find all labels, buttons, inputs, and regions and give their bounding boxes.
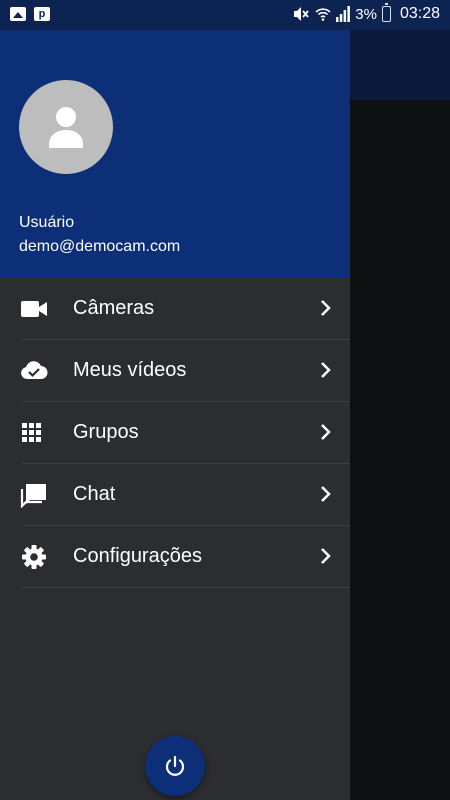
menu-item-settings[interactable]: Configurações	[0, 526, 350, 588]
chevron-right-icon	[321, 300, 331, 316]
chevron-right-icon	[321, 362, 331, 378]
divider	[22, 587, 350, 588]
drawer-menu: Câmeras Meus vídeos Grupos Chat Configur…	[0, 278, 350, 588]
chevron-right-icon	[321, 486, 331, 502]
chevron-right-icon	[321, 424, 331, 440]
clock: 03:28	[399, 5, 440, 22]
wifi-icon	[315, 8, 331, 21]
menu-item-cameras[interactable]: Câmeras	[0, 278, 350, 340]
battery-icon	[381, 3, 391, 22]
person-icon	[49, 107, 83, 148]
background-app-bar	[350, 30, 450, 100]
avatar[interactable]	[19, 80, 113, 174]
videocam-icon	[21, 301, 47, 317]
status-bar: p 3% 03:28	[0, 0, 450, 30]
gear-icon	[22, 545, 46, 569]
background-content	[350, 100, 450, 800]
menu-item-my-videos[interactable]: Meus vídeos	[0, 340, 350, 402]
chevron-right-icon	[321, 548, 331, 564]
logout-button[interactable]	[145, 736, 205, 796]
menu-label: Grupos	[73, 421, 139, 443]
image-icon	[10, 7, 26, 21]
status-notifications: p	[10, 7, 50, 21]
background-app-scrim[interactable]	[350, 30, 450, 800]
menu-label: Configurações	[73, 545, 202, 567]
mute-icon	[294, 7, 309, 21]
menu-label: Meus vídeos	[73, 359, 187, 381]
menu-label: Câmeras	[73, 297, 155, 319]
status-system-icons: 3% 03:28	[292, 3, 440, 23]
drawer-header: Usuário demo@democam.com	[0, 30, 350, 278]
grid-icon	[22, 423, 41, 442]
p-icon: p	[34, 7, 50, 21]
user-name: Usuário	[19, 214, 75, 231]
user-email: demo@democam.com	[19, 238, 181, 255]
battery-percent: 3%	[355, 5, 377, 23]
power-icon	[165, 755, 185, 776]
menu-label: Chat	[73, 483, 116, 505]
navigation-drawer: Usuário demo@democam.com Câmeras Meus ví…	[0, 30, 350, 800]
menu-item-chat[interactable]: Chat	[0, 464, 350, 526]
cloud-done-icon	[21, 361, 48, 379]
menu-item-groups[interactable]: Grupos	[0, 402, 350, 464]
signal-icon	[336, 6, 351, 22]
chat-icon	[20, 484, 46, 508]
